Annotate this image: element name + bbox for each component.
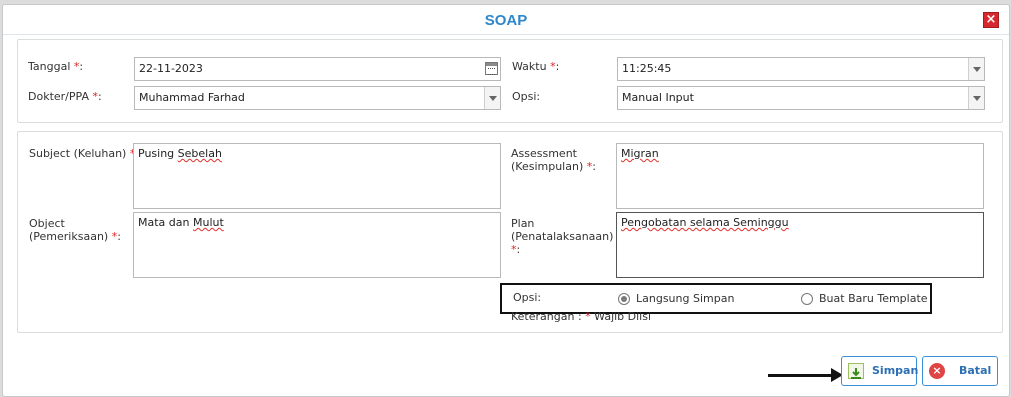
- dokter-value: Muhammad Farhad: [139, 91, 245, 104]
- radio-langsung-simpan[interactable]: [618, 293, 630, 305]
- waktu-label: Waktu *:: [512, 60, 560, 73]
- chevron-down-icon[interactable]: [484, 87, 500, 109]
- download-icon: [848, 363, 864, 379]
- assessment-textarea[interactable]: Migran: [616, 143, 984, 209]
- radio-langsung-simpan-label[interactable]: Langsung Simpan: [636, 292, 734, 305]
- tanggal-label: Tanggal *:: [28, 60, 84, 73]
- calendar-icon[interactable]: [485, 62, 498, 75]
- save-button-label: Simpan: [872, 364, 919, 377]
- assessment-label: Assessment (Kesimpulan) *:: [511, 147, 596, 173]
- cancel-button[interactable]: × Batal: [922, 356, 998, 386]
- dokter-select[interactable]: Muhammad Farhad: [134, 86, 501, 110]
- object-label: Object (Pemeriksaan) *:: [29, 217, 121, 243]
- plan-textarea[interactable]: Pengobatan selama Seminggu: [616, 212, 984, 278]
- opsi-save-label: Opsi:: [513, 291, 542, 304]
- waktu-value: 11:25:45: [622, 62, 672, 75]
- object-textarea[interactable]: Mata dan Mulut: [133, 212, 501, 278]
- subject-textarea[interactable]: Pusing Sebelah: [133, 143, 501, 209]
- opsi-top-value: Manual Input: [622, 91, 694, 104]
- cancel-button-label: Batal: [959, 364, 992, 377]
- chevron-down-icon[interactable]: [968, 87, 984, 109]
- close-icon[interactable]: ×: [983, 12, 999, 28]
- opsi-top-label: Opsi:: [512, 90, 541, 103]
- subject-label: Subject (Keluhan) *:: [29, 147, 139, 160]
- annotation-arrow: [768, 374, 838, 377]
- plan-label: Plan (Penatalaksanaan) *:: [511, 217, 614, 256]
- tanggal-value: 22-11-2023: [139, 62, 203, 75]
- waktu-select[interactable]: 11:25:45: [617, 57, 985, 81]
- dialog-titlebar: SOAP ×: [3, 5, 1009, 35]
- tanggal-field[interactable]: 22-11-2023: [134, 57, 501, 81]
- required-note: Keterangan : * Wajib Diisi: [511, 310, 652, 323]
- dialog-title: SOAP: [484, 12, 528, 29]
- radio-buat-baru-template[interactable]: [801, 293, 813, 305]
- soap-dialog: SOAP × Tanggal *: 22-11-2023 Waktu *: 11…: [2, 4, 1010, 397]
- dokter-label: Dokter/PPA *:: [28, 90, 102, 103]
- chevron-down-icon[interactable]: [968, 58, 984, 80]
- radio-buat-baru-template-label[interactable]: Buat Baru Template: [819, 292, 928, 305]
- cancel-icon: ×: [929, 363, 945, 379]
- opsi-top-select[interactable]: Manual Input: [617, 86, 985, 110]
- save-button[interactable]: Simpan: [841, 356, 919, 386]
- header-fields-panel: Tanggal *: 22-11-2023 Waktu *: 11:25:45 …: [17, 39, 1003, 123]
